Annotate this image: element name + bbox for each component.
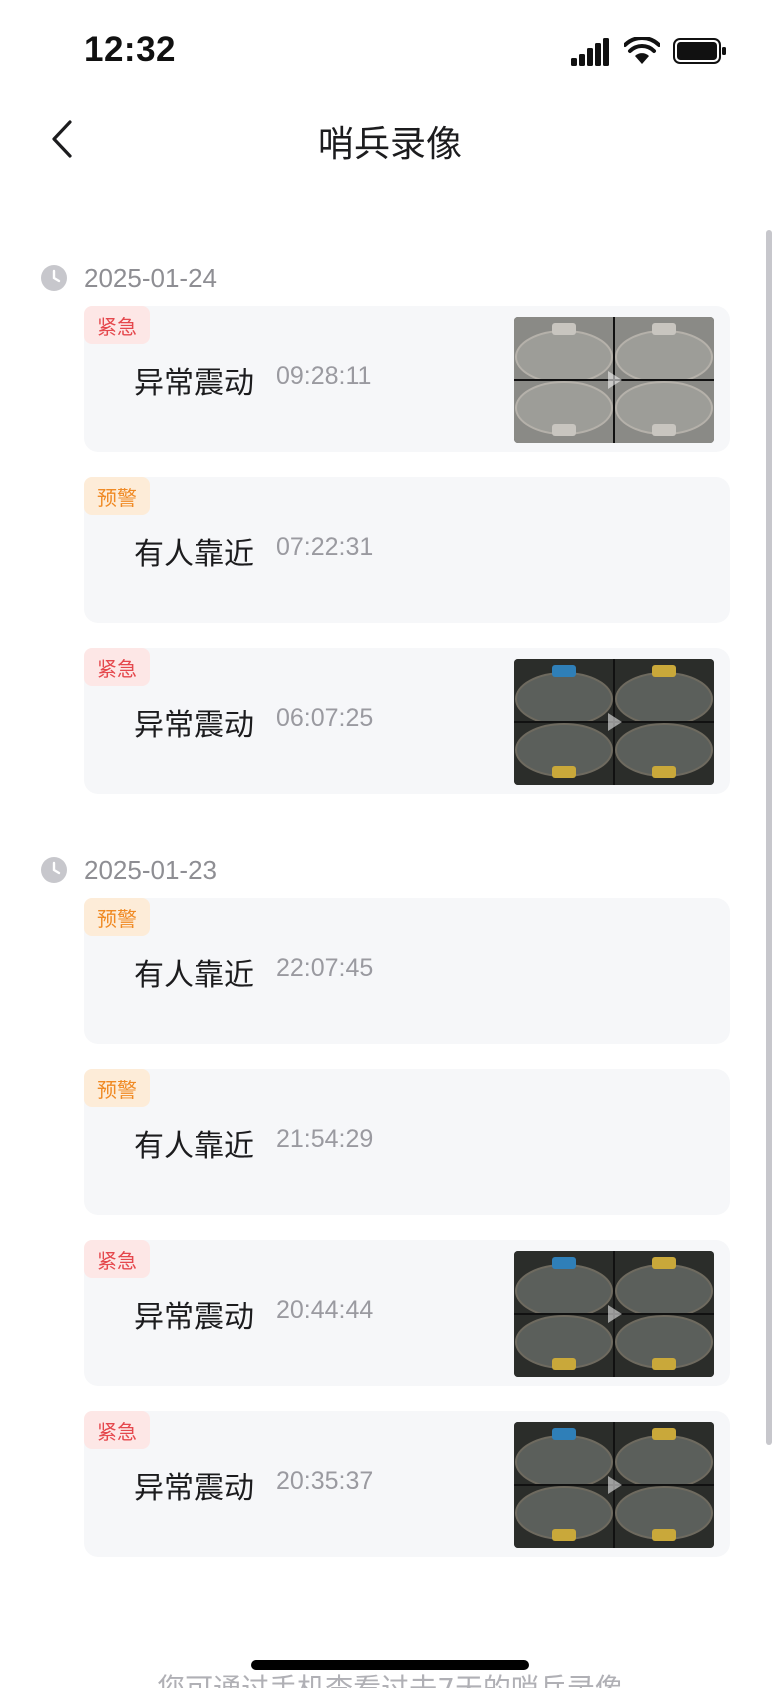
event-card[interactable]: 预警有人靠近 21:54:29	[84, 1069, 730, 1215]
urgent-tag: 紧急	[84, 1411, 150, 1449]
event-title: 异常震动	[134, 1300, 254, 1335]
warning-tag: 预警	[84, 477, 150, 515]
event-card[interactable]: 紧急异常震动 20:44:44	[84, 1240, 730, 1386]
event-time: 09:28:11	[276, 362, 372, 390]
date-label: 2025-01-24	[84, 262, 217, 293]
battery-icon	[673, 38, 726, 64]
event-time: 20:44:44	[276, 1296, 374, 1324]
event-time: 21:54:29	[276, 1125, 374, 1153]
video-thumbnail[interactable]	[514, 317, 714, 443]
cellular-signal-icon	[571, 38, 609, 66]
status-time: 12:32	[84, 30, 177, 69]
warning-tag: 预警	[84, 898, 150, 936]
event-card[interactable]: 预警有人靠近 22:07:45	[84, 898, 730, 1044]
event-title: 异常震动	[134, 366, 254, 401]
video-thumbnail[interactable]	[514, 1251, 714, 1377]
video-thumbnail[interactable]	[514, 659, 714, 785]
home-indicator	[251, 1660, 529, 1670]
date-header: 2025-01-24	[40, 258, 217, 298]
video-thumbnail[interactable]	[514, 1422, 714, 1548]
wifi-icon	[624, 37, 660, 64]
sentry-recordings-screen: 12:32 哨兵录像 2025-01-24 紧急 异常震动 09:28:11 预警 有人	[0, 0, 780, 1688]
event-title: 有人靠近	[134, 537, 254, 572]
event-time: 20:35:37	[276, 1467, 374, 1495]
clock-icon	[41, 265, 67, 291]
navigation-bar: 哨兵录像	[0, 100, 780, 180]
event-time: 07:22:31	[276, 533, 374, 561]
date-label: 2025-01-23	[84, 854, 217, 885]
event-title: 异常震动	[134, 1471, 254, 1506]
event-title: 异常震动	[134, 708, 254, 743]
event-card[interactable]: 紧急异常震动 09:28:11	[84, 306, 730, 452]
urgent-tag: 紧急	[84, 1240, 150, 1278]
event-card[interactable]: 预警有人靠近 07:22:31	[84, 477, 730, 623]
event-title: 有人靠近	[134, 1129, 254, 1164]
urgent-tag: 紧急	[84, 306, 150, 344]
status-bar: 12:32	[0, 0, 780, 100]
event-time: 06:07:25	[276, 704, 374, 732]
urgent-tag: 紧急	[84, 648, 150, 686]
page-title: 哨兵录像	[317, 124, 462, 165]
warning-tag: 预警	[84, 1069, 150, 1107]
scrollbar[interactable]	[766, 230, 772, 1445]
event-card[interactable]: 紧急异常震动 20:35:37	[84, 1411, 730, 1557]
event-title: 有人靠近	[134, 958, 254, 993]
date-header: 2025-01-23	[40, 850, 217, 890]
event-time: 22:07:45	[276, 954, 374, 982]
clock-icon	[41, 857, 67, 883]
event-card[interactable]: 紧急异常震动 06:07:25	[84, 648, 730, 794]
footer-hint: 您可通过手机查看过去7天的哨兵录像	[0, 1667, 780, 1688]
